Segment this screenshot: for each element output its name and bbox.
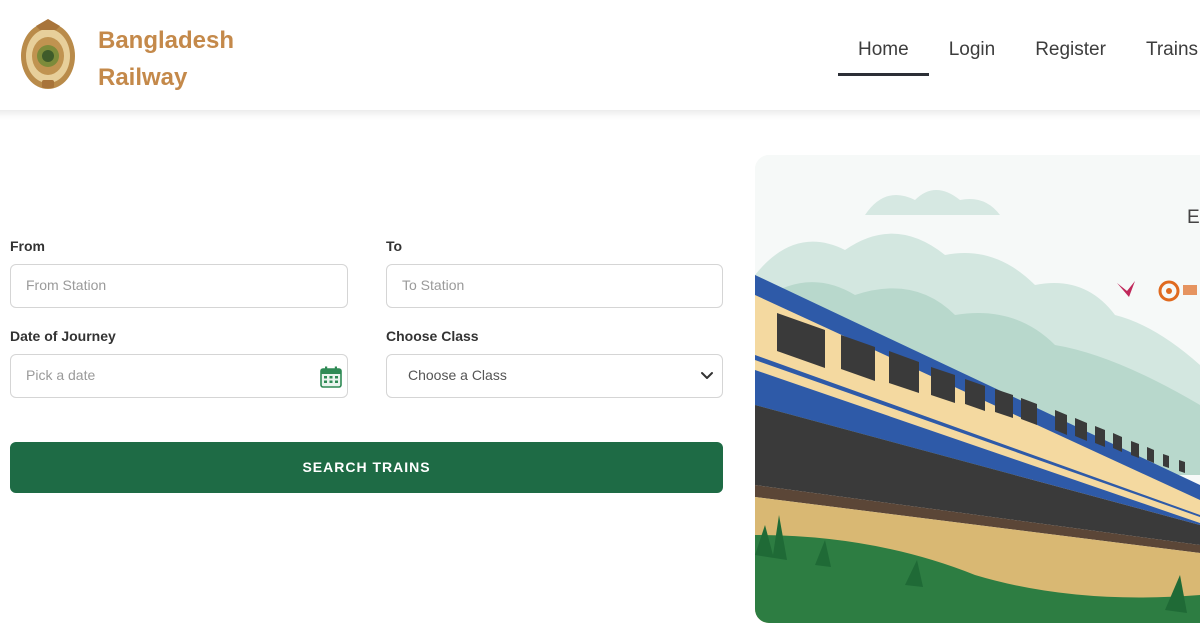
nav-trains[interactable]: Trains	[1126, 30, 1200, 76]
from-station-input[interactable]: From Station	[10, 264, 348, 308]
brand-line-2: Railway	[98, 64, 188, 91]
chevron-down-icon	[701, 372, 713, 379]
brand-line-1: Bangladesh	[98, 27, 235, 54]
header-divider	[0, 110, 1200, 120]
brand-name[interactable]: Bangladesh Railway	[98, 22, 234, 96]
choose-class-label: Choose Class	[386, 328, 479, 344]
date-picker-input[interactable]: Pick a date	[10, 354, 348, 398]
date-of-journey-label: Date of Journey	[10, 328, 116, 344]
search-trains-button[interactable]: SEARCH TRAINS	[10, 442, 723, 493]
site-header: Bangladesh Railway Home Login Register T…	[0, 0, 1200, 112]
train-illustration: Ea	[755, 155, 1200, 623]
bangladesh-railway-logo[interactable]	[18, 16, 78, 92]
nav-home[interactable]: Home	[838, 30, 929, 76]
to-station-input[interactable]: To Station	[386, 264, 723, 308]
calendar-icon[interactable]	[320, 366, 342, 388]
class-select-value: Choose a Class	[408, 367, 507, 383]
nav-register[interactable]: Register	[1015, 30, 1126, 76]
main-nav: Home Login Register Trains	[838, 30, 1200, 76]
from-label: From	[10, 238, 45, 254]
date-placeholder: Pick a date	[26, 367, 96, 383]
class-select[interactable]: Choose a Class	[386, 354, 723, 398]
to-label: To	[386, 238, 403, 254]
banner-partial-text: Ea	[1187, 207, 1200, 228]
train-scene-image	[755, 155, 1200, 623]
nav-login[interactable]: Login	[929, 30, 1016, 76]
